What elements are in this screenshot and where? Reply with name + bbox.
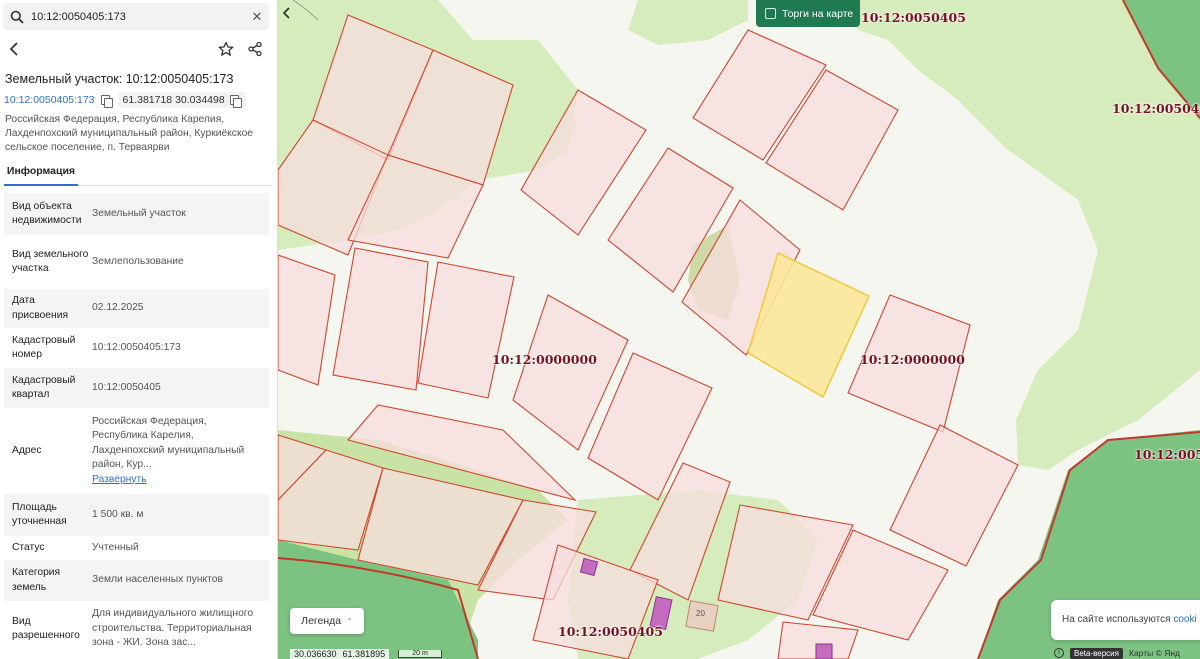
search-input[interactable]: [31, 10, 245, 23]
info-row: Вид объекта недвижимости Земельный участ…: [4, 193, 269, 235]
cadastral-map[interactable]: Торги на карте 10:12:0050405 10:12:00504…: [278, 0, 1200, 659]
legend-button[interactable]: Легенда ⌃: [290, 608, 364, 634]
info-table: Вид объекта недвижимости Земельный участ…: [4, 193, 269, 657]
address-truncated: Российская Федерация, Республика Карелия…: [92, 415, 245, 471]
info-key: Вид разрешенного: [12, 615, 80, 642]
cadastral-label: 10:12:0050405: [861, 10, 966, 25]
cursor-coordinates: 30.036630 61.381895: [290, 649, 390, 659]
info-value: 02.12.2025: [92, 302, 144, 314]
info-row: Вид земельного участка Землепользование: [4, 235, 269, 289]
coordinates-text: 61.381718 30.034498: [122, 94, 225, 106]
info-key: Кадастровый квартал: [12, 374, 76, 401]
cadastral-label: 10:12:0000000: [492, 352, 597, 367]
cadastral-number-link[interactable]: 10:12:0050405:173: [4, 94, 95, 106]
info-value: Российская Федерация, Республика Карелия…: [92, 408, 269, 494]
info-row: Дата присвоения 02.12.2025: [4, 289, 269, 328]
favorite-star-icon[interactable]: [218, 41, 234, 62]
info-row: Адрес Российская Федерация, Республика К…: [4, 408, 269, 494]
building: [579, 557, 599, 577]
back-arrow-icon[interactable]: [8, 41, 22, 62]
info-key: Статус: [12, 541, 45, 553]
legend-label: Легенда: [301, 615, 342, 627]
parcel: [889, 424, 1019, 567]
info-row: Кадастровый номер 10:12:0050405:173: [4, 328, 269, 368]
panel-toolbar: [0, 38, 277, 62]
tab-bar: Информация: [4, 160, 272, 186]
page-title: Земельный участок: 10:12:0050405:173: [5, 72, 234, 86]
coordinates-chip[interactable]: 61.381718 30.034498: [117, 92, 246, 108]
info-value: 1 500 кв. м: [92, 508, 144, 520]
cookie-banner: На сайте используются cooki: [1051, 600, 1200, 640]
tab-information[interactable]: Информация: [4, 160, 78, 186]
info-row: Статус Учтенный: [4, 536, 269, 560]
info-value: 10:12:0050405:173: [92, 341, 181, 353]
info-value: Земельный участок: [92, 207, 186, 219]
parcel: [278, 254, 336, 386]
copy-icon[interactable]: [100, 94, 113, 108]
parcels: [278, 14, 1019, 659]
torgi-checkbox[interactable]: [765, 8, 776, 19]
house-number: 20: [696, 609, 705, 618]
info-key: Вид объекта недвижимости: [12, 200, 82, 227]
info-value: Учтенный: [92, 541, 139, 553]
object-address: Российская Федерация, Республика Карелия…: [5, 114, 254, 153]
parcel: [332, 247, 429, 391]
coord-lat: 30.036630: [294, 649, 337, 659]
cookie-text: На сайте используются: [1062, 614, 1171, 625]
cadastral-label: 10:12:0050405: [558, 624, 663, 639]
info-value: 10:12:0050405: [92, 381, 161, 393]
clear-search-icon[interactable]: ✕: [245, 9, 269, 25]
copy-icon[interactable]: [229, 94, 242, 108]
id-row: 10:12:0050405:173 61.381718 30.034498: [4, 92, 246, 108]
info-row: Площадь уточненная 1 500 кв. м: [4, 494, 269, 536]
info-key: Площадь уточненная: [12, 501, 67, 528]
info-key: Категория земель: [12, 567, 61, 593]
parcel: [417, 261, 515, 399]
map-canvas[interactable]: [278, 0, 1200, 659]
info-row: Категория земель Земли населенных пункто…: [4, 560, 269, 601]
beta-badge: Beta-версия: [1070, 647, 1123, 659]
info-panel: ✕ Земельный участок: 10:12:0050405:173 1…: [0, 0, 278, 659]
cookie-link[interactable]: cooki: [1173, 614, 1196, 625]
info-row: Кадастровый квартал 10:12:0050405: [4, 368, 269, 408]
info-key: Вид земельного участка: [12, 248, 89, 275]
cadastral-label: 10:12:0000000: [860, 352, 965, 367]
share-icon[interactable]: [247, 41, 263, 62]
info-value: Землепользование: [92, 255, 184, 267]
torgi-label: Торги на карте: [782, 7, 854, 20]
cadastral-label: 10:12:005040: [1112, 101, 1200, 116]
expand-link[interactable]: Развернуть: [92, 473, 147, 488]
info-key: Дата присвоения: [12, 295, 69, 321]
info-icon[interactable]: i: [1054, 648, 1064, 658]
info-row: Вид разрешенного Для индивидуального жил…: [4, 601, 269, 657]
building: [815, 643, 833, 659]
green-area: [628, 0, 748, 45]
map-attribution: i Beta-версия Карты © Янд: [1054, 647, 1180, 659]
info-value: Для индивидуального жилищного строительс…: [92, 608, 254, 649]
info-value: Земли населенных пунктов: [92, 574, 223, 586]
info-key: Адрес: [12, 444, 42, 456]
search-bar[interactable]: ✕: [3, 3, 269, 30]
search-icon: [3, 10, 31, 24]
torgi-toggle[interactable]: Торги на карте: [756, 0, 860, 27]
attribution-text[interactable]: Карты © Янд: [1129, 648, 1180, 658]
info-key: Кадастровый номер: [12, 334, 76, 361]
collapse-panel-icon[interactable]: [280, 4, 294, 22]
scale-bar: 20 m: [398, 650, 442, 658]
coord-lon: 61.381895: [342, 649, 386, 659]
cadastral-label: 10:12:00504: [1134, 447, 1200, 462]
chevron-up-icon: ⌃: [346, 616, 353, 626]
